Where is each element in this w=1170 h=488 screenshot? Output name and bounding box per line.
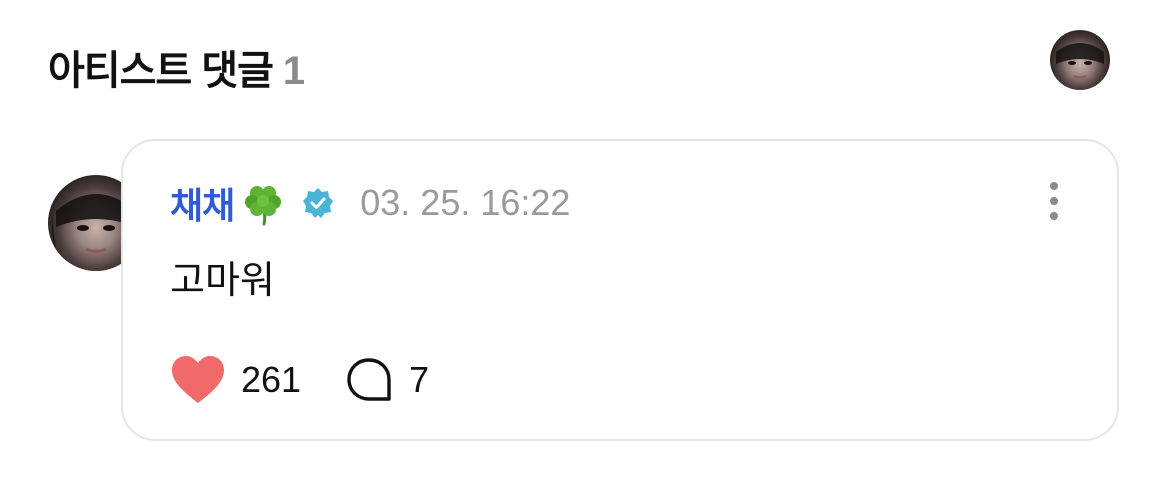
comment-count: 1: [282, 49, 305, 93]
heart-icon: [172, 356, 224, 403]
comment-text: 고마워: [170, 260, 275, 302]
more-vertical-icon: [1050, 182, 1058, 220]
section-header: 아티스트 댓글 1: [48, 30, 1123, 94]
artist-comment-card[interactable]: 채채 03. 25. 16:22 고마워 261 7: [121, 139, 1119, 441]
like-count: 261: [241, 359, 302, 400]
section-title-label: 아티스트 댓글: [48, 49, 274, 93]
section-title: 아티스트 댓글 1: [48, 38, 305, 96]
like-button[interactable]: 261: [171, 355, 301, 405]
speech-bubble-icon: [347, 358, 391, 401]
more-options-button[interactable]: [1047, 181, 1061, 221]
comment-actions: 261 7: [171, 355, 429, 405]
reply-button[interactable]: 7: [301, 356, 429, 404]
reply-count: 7: [409, 359, 430, 400]
artist-avatar-header[interactable]: [1050, 30, 1110, 90]
comment-meta: 채채 03. 25. 16:22: [170, 177, 570, 229]
avatar-photo-icon: [1056, 43, 1104, 79]
comment-author[interactable]: 채채: [170, 177, 235, 229]
verified-badge-icon: [302, 187, 334, 219]
four-leaf-clover-icon: [240, 180, 286, 226]
comment-timestamp: 03. 25. 16:22: [360, 182, 571, 223]
